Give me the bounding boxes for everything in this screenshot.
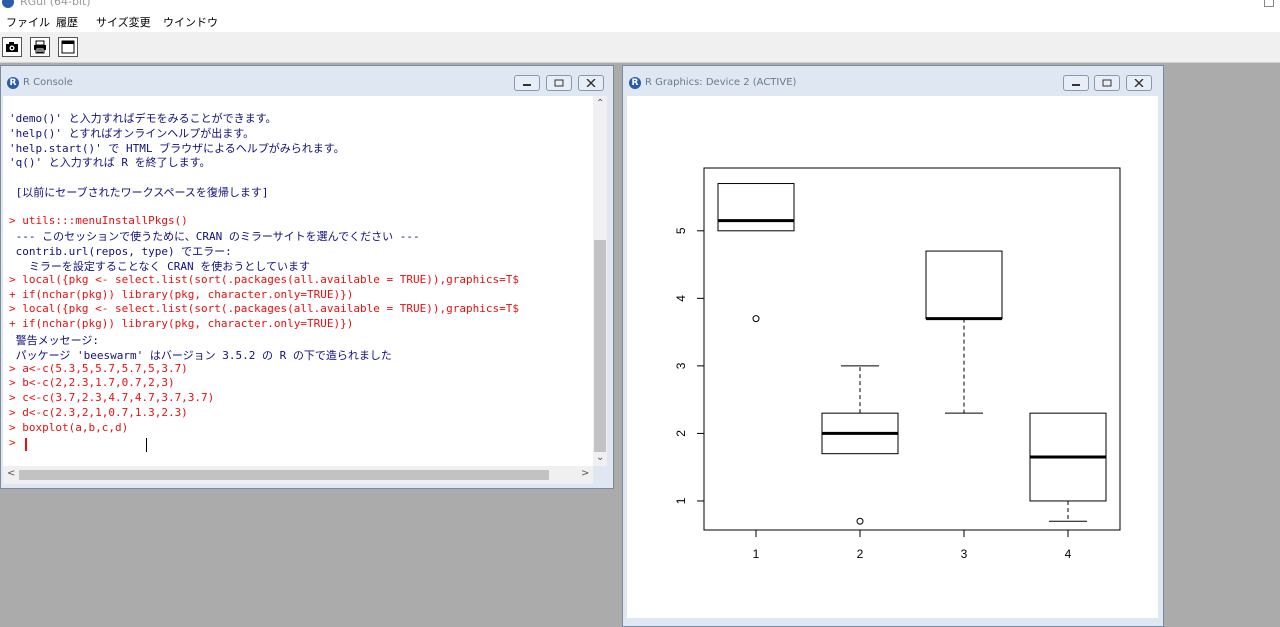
horizontal-scroll-thumb[interactable] [19, 470, 549, 480]
box [717, 183, 795, 232]
close-button[interactable] [578, 75, 604, 91]
console-line: --- このセッションで使うために、CRAN のミラーサイトを選んでください -… [9, 230, 420, 244]
console-line: > boxplot(a,b,c,d) [9, 420, 129, 434]
outlier-point [752, 315, 760, 323]
r-logo-icon: R [629, 77, 641, 89]
vertical-scrollbar[interactable]: ⌃ ⌄ [593, 96, 607, 466]
console-line: > c<-c(3.7,2.3,4.7,4.7,3.7,3.7) [9, 391, 215, 405]
y-tick-label: 1 [674, 497, 688, 504]
menu-window[interactable]: ウインドウ [163, 14, 218, 30]
console-line: contrib.url(repos, type) でエラー: [9, 245, 232, 259]
camera-icon[interactable] [2, 37, 22, 57]
restore-button[interactable] [546, 75, 572, 91]
scroll-down-icon[interactable]: ⌄ [596, 452, 604, 463]
graphics-canvas: 1 2 3 4 5 1 2 3 4 [627, 96, 1158, 618]
console-title-bar[interactable]: R R Console [1, 66, 613, 96]
y-tick-label: 2 [674, 430, 688, 437]
r-logo-icon [2, 0, 14, 8]
plot-frame [703, 167, 1121, 531]
outlier-point [856, 517, 864, 525]
restore-icon [554, 79, 564, 87]
console-line: [以前にセーブされたワークスペースを復帰します] [9, 186, 269, 199]
y-tick-label: 5 [674, 227, 688, 234]
scroll-up-icon[interactable]: ⌃ [596, 98, 604, 109]
menu-bar: ファイル 履歴 サイズ変更 ウインドウ [0, 10, 1280, 32]
close-button[interactable] [1126, 75, 1152, 91]
close-icon [1134, 79, 1144, 87]
r-logo-icon: R [7, 77, 19, 89]
console-line: > a<-c(5.3,5,5.7,5.7,5,3.7) [9, 361, 188, 375]
console-line: > local({pkg <- select.list(sort(.packag… [9, 272, 519, 286]
console-line: > utils:::menuInstallPkgs() [9, 213, 188, 227]
x-tick-label: 1 [753, 547, 760, 561]
mouse-ibeam [146, 438, 147, 452]
maximize-icon[interactable] [1264, 0, 1274, 7]
console-line: 'q()' と入力すれば R を終了します。 [9, 156, 211, 170]
x-tick-label: 3 [961, 547, 968, 561]
x-tick-label: 4 [1065, 547, 1072, 561]
menu-resize[interactable]: サイズ変更 [96, 14, 151, 30]
menu-history[interactable]: 履歴 [56, 14, 78, 30]
graphics-title-bar[interactable]: R R Graphics: Device 2 (ACTIVE) [623, 66, 1163, 96]
console-line: 'demo()' と入力すればデモをみることができます。 [9, 112, 277, 125]
app-title-bar: RGui (64-bit) [0, 0, 1280, 10]
graphics-title: R Graphics: Device 2 (ACTIVE) [645, 77, 797, 88]
minimize-icon [523, 84, 531, 86]
console-line: + if(nchar(pkg)) library(pkg, character.… [9, 287, 354, 301]
close-icon [586, 79, 596, 87]
vertical-scroll-thumb[interactable] [594, 240, 606, 452]
box [925, 250, 1003, 320]
mdi-workspace: R R Console > > boxplot(a,b,c,d) > d<-c(2… [0, 63, 1280, 627]
console-line: ミラーを設定することなく CRAN を使おうとしています [9, 260, 310, 273]
y-tick-label: 4 [674, 295, 688, 302]
console-line: > [9, 435, 23, 449]
toolbar [0, 32, 1280, 63]
scroll-left-icon[interactable]: < [7, 468, 15, 479]
console-title: R Console [23, 77, 73, 88]
window-icon[interactable] [58, 37, 78, 57]
scroll-right-icon[interactable]: > [581, 468, 589, 479]
graphics-window: R R Graphics: Device 2 (ACTIVE) 1 2 3 4 5 1 2 3… [622, 65, 1164, 627]
minimize-icon [1072, 84, 1080, 86]
y-tick-label: 3 [674, 362, 688, 369]
console-line: 警告メッセージ: [9, 334, 100, 347]
minimize-button[interactable] [1063, 75, 1089, 91]
console-output[interactable]: > > boxplot(a,b,c,d) > d<-c(2.3,2,1,0.7,1… [3, 96, 593, 466]
app-title: RGui (64-bit) [20, 0, 91, 8]
printer-icon[interactable] [30, 37, 50, 57]
console-line: > local({pkg <- select.list(sort(.packag… [9, 302, 519, 316]
console-line: 'help()' とすればオンラインヘルプが出ます。 [9, 126, 255, 140]
console-line: + if(nchar(pkg)) library(pkg, character.… [9, 317, 354, 331]
minimize-button[interactable] [514, 75, 540, 91]
boxplot-chart: 1 2 3 4 5 1 2 3 4 [674, 167, 1121, 561]
horizontal-scrollbar[interactable]: < > [3, 466, 593, 484]
text-cursor [25, 438, 27, 451]
console-line: > b<-c(2,2.3,1.7,0.7,2,3) [9, 376, 175, 390]
console-window: R R Console > > boxplot(a,b,c,d) > d<-c(2… [0, 65, 614, 489]
console-line: 'help.start()' で HTML ブラウザによるヘルプがみられます。 [9, 141, 345, 155]
menu-file[interactable]: ファイル [6, 14, 50, 30]
restore-button[interactable] [1094, 75, 1120, 91]
console-line: > d<-c(2.3,2,1,0.7,1.3,2.3) [9, 406, 188, 419]
console-line: パッケージ 'beeswarm' はバージョン 3.5.2 の R の下で造られ… [9, 348, 392, 362]
x-tick-label: 2 [857, 547, 864, 561]
restore-icon [1102, 79, 1112, 87]
